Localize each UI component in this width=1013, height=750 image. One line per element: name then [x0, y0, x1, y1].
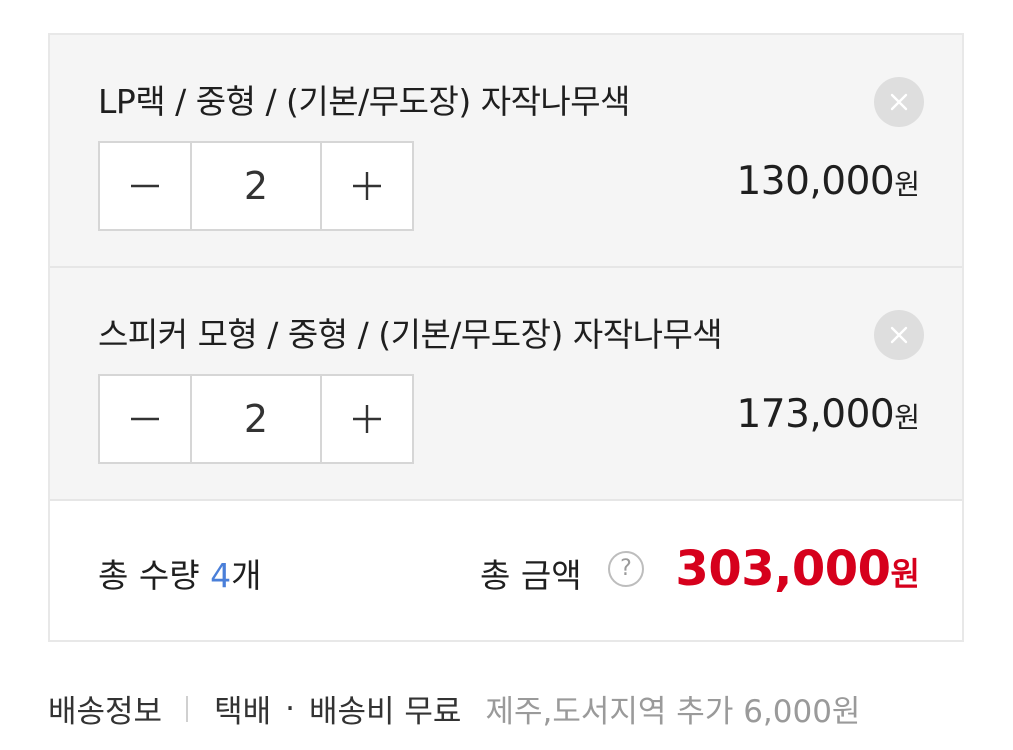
- shipping-method: 택배: [214, 694, 272, 730]
- total-amount-label: 총 금액: [480, 556, 582, 595]
- question-circle-icon[interactable]: ?: [608, 551, 644, 587]
- shipping-fee: 배송비 무료: [309, 694, 462, 730]
- total-amount: 303,000원: [675, 541, 920, 597]
- minus-icon: [131, 184, 159, 188]
- minus-icon: [131, 417, 159, 421]
- total-amount-unit: 원: [890, 555, 920, 593]
- option-price-value: 130,000: [736, 159, 895, 204]
- quantity-input[interactable]: 2: [192, 143, 320, 229]
- shipping-extra-fee: 제주,도서지역 추가 6,000원: [485, 694, 861, 730]
- option-item: 스피커 모형 / 중형 / (기본/무도장) 자작나무색 2 173,000원: [50, 268, 962, 501]
- separator-dot: ·: [285, 690, 295, 727]
- total-quantity-count: 4: [210, 556, 232, 595]
- close-icon: [890, 326, 908, 344]
- option-price: 130,000원: [736, 159, 920, 204]
- option-price-unit: 원: [894, 168, 920, 201]
- option-item: LP랙 / 중형 / (기본/무도장) 자작나무색 2 130,000원: [50, 35, 962, 268]
- remove-option-button[interactable]: [874, 77, 924, 127]
- divider: [186, 695, 189, 722]
- close-icon: [890, 93, 908, 111]
- total-quantity-label: 총 수량: [98, 556, 211, 595]
- increase-quantity-button[interactable]: [320, 143, 412, 229]
- shipping-info: 배송정보 택배 · 배송비 무료 제주,도서지역 추가 6,000원: [48, 686, 860, 731]
- quantity-input[interactable]: 2: [192, 376, 320, 462]
- cart-options-panel: LP랙 / 중형 / (기본/무도장) 자작나무색 2 130,000원 스피커…: [48, 33, 964, 642]
- plus-icon: [353, 405, 381, 433]
- option-price-unit: 원: [894, 401, 920, 434]
- total-quantity: 총 수량 4개: [98, 549, 261, 597]
- option-title: 스피커 모형 / 중형 / (기본/무도장) 자작나무색: [98, 315, 723, 354]
- increase-quantity-button[interactable]: [320, 376, 412, 462]
- total-amount-value: 303,000: [675, 541, 891, 597]
- total-quantity-suffix: 개: [231, 556, 262, 595]
- quantity-stepper: 2: [98, 141, 414, 231]
- option-price: 173,000원: [736, 392, 920, 437]
- quantity-stepper: 2: [98, 374, 414, 464]
- shipping-label: 배송정보: [48, 694, 163, 730]
- order-summary: 총 수량 4개 총 금액 ? 303,000원: [50, 501, 962, 640]
- remove-option-button[interactable]: [874, 310, 924, 360]
- option-title: LP랙 / 중형 / (기본/무도장) 자작나무색: [98, 82, 631, 121]
- decrease-quantity-button[interactable]: [100, 376, 192, 462]
- option-price-value: 173,000: [736, 392, 895, 437]
- decrease-quantity-button[interactable]: [100, 143, 192, 229]
- plus-icon: [353, 172, 381, 200]
